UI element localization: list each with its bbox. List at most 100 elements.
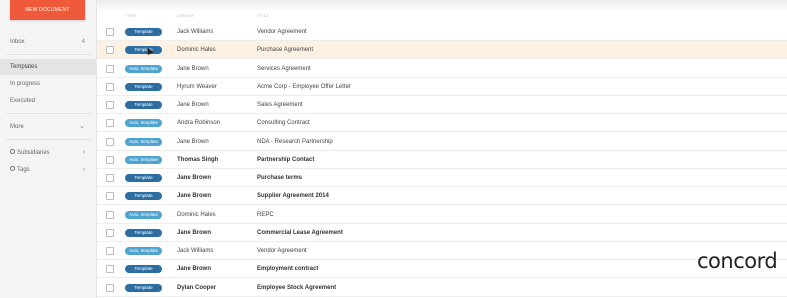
template-type-badge: Auto. template	[125, 210, 162, 219]
owner-name: Dominic Hales	[177, 211, 216, 218]
row-checkbox[interactable]	[106, 265, 114, 274]
template-type-badge: Template	[125, 228, 162, 237]
row-checkbox[interactable]	[106, 155, 114, 164]
row-checkbox[interactable]	[106, 64, 114, 73]
table-row[interactable]: Auto. template Dominic Hales REPC	[97, 206, 787, 224]
template-type-badge: Template	[125, 28, 162, 36]
owner-name: Thomas Singh	[177, 156, 219, 163]
template-type-badge: Auto. template	[125, 155, 162, 164]
sidebar-item-label: In progress	[10, 81, 41, 87]
row-checkbox[interactable]	[106, 28, 114, 36]
table-row[interactable]: Auto. template Jane Brown NDA - Research P…	[97, 133, 787, 151]
table-row[interactable]: Auto. template Jane Brown Services Agreeme…	[97, 60, 787, 78]
row-checkbox[interactable]	[106, 192, 114, 201]
document-title[interactable]: Purchase terms	[257, 169, 302, 187]
template-type-badge: Template	[125, 101, 162, 109]
sidebar-item-label: Tags	[17, 167, 30, 173]
row-checkbox[interactable]	[106, 137, 114, 146]
owner-name: Jane Brown	[177, 138, 209, 145]
table-row[interactable]: Template Jane Brown Commercial Lease Agree…	[97, 224, 787, 242]
divider	[6, 113, 91, 114]
row-checkbox[interactable]	[106, 210, 114, 219]
table-row[interactable]: Auto. template Jack Williams Vendor Agreem…	[97, 242, 787, 260]
row-checkbox[interactable]	[106, 174, 114, 182]
document-title[interactable]: Commercial Lease Agreement	[257, 224, 343, 242]
template-type-badge: Auto. template	[125, 64, 162, 73]
sidebar: NEW DOCUMENT Inbox 4 Templates In progre…	[0, 0, 97, 298]
header-fade	[97, 0, 787, 12]
table-row[interactable]: Template Jane Brown Purchase terms	[97, 169, 787, 187]
document-title[interactable]: Partnership Contact	[257, 151, 314, 169]
template-type-badge: Auto. template	[125, 247, 162, 255]
document-title[interactable]: Employee Stock Agreement	[257, 279, 336, 297]
document-title[interactable]: Sales Agreement	[257, 96, 303, 114]
row-checkbox[interactable]	[106, 101, 114, 109]
chevron-right-icon: ›	[82, 149, 85, 156]
table-row[interactable]: Template Hyrum Weaver Acme Corp - Employee…	[97, 78, 787, 96]
table-row[interactable]: Auto. template Thomas Singh Partnership Co…	[97, 151, 787, 169]
document-title[interactable]: REPC	[257, 206, 274, 224]
document-title[interactable]: Purchase Agreement	[257, 41, 313, 59]
owner-name: Jane Brown	[177, 229, 212, 236]
column-header-type[interactable]: type	[125, 13, 137, 18]
table-row[interactable]: Template Jane Brown Employment contract	[97, 260, 787, 279]
table-row[interactable]: Template Jane Brown Sales Agreement	[97, 96, 787, 114]
document-title[interactable]: Vendor Agreement	[257, 23, 307, 41]
row-checkbox[interactable]	[106, 283, 114, 292]
document-title[interactable]: Supplier Agreement 2014	[257, 187, 329, 205]
template-type-badge: Auto. template	[125, 137, 162, 146]
document-title[interactable]: Vendor Agreement	[257, 242, 307, 260]
document-title[interactable]: Acme Corp - Employee Offer Letter	[257, 78, 351, 96]
sidebar-item-templates[interactable]: Templates	[0, 59, 97, 75]
template-type-badge: Template	[125, 46, 162, 55]
sidebar-item-tags[interactable]: Tags ›	[0, 162, 97, 178]
column-header-title[interactable]: title	[257, 13, 269, 18]
template-type-badge: Auto. template	[125, 119, 162, 128]
row-checkbox[interactable]	[106, 247, 114, 255]
owner-name: Jane Brown	[177, 266, 212, 273]
table-row[interactable]: Template Jack Williams Vendor Agreement	[97, 23, 787, 41]
column-header-owner[interactable]: owner	[177, 13, 194, 18]
sidebar-item-executed[interactable]: Executed	[0, 93, 97, 109]
sidebar-item-label: More	[10, 124, 24, 130]
template-type-badge: Template	[125, 82, 162, 91]
row-checkbox[interactable]	[106, 46, 114, 55]
table-row[interactable]: Template Dylan Cooper Employee Stock Agree…	[97, 279, 787, 297]
inbox-count: 4	[81, 39, 85, 45]
owner-name: Hyrum Weaver	[177, 83, 217, 90]
owner-name: Jane Brown	[177, 65, 209, 72]
owner-name: Jack Williams	[177, 248, 214, 254]
owner-name: Dominic Hales	[177, 47, 216, 54]
search-icon	[10, 149, 15, 154]
chevron-down-icon: ⌄	[79, 123, 85, 130]
divider	[6, 54, 91, 55]
document-title[interactable]: Consulting Contract	[257, 114, 310, 132]
owner-name: Andra Robinson	[177, 120, 221, 127]
owner-name: Jane Brown	[177, 193, 212, 200]
document-title[interactable]: Services Agreement	[257, 60, 311, 78]
owner-name: Jack Williams	[177, 29, 214, 35]
chevron-right-icon: ›	[82, 166, 85, 173]
template-type-badge: Template	[125, 174, 162, 182]
row-checkbox[interactable]	[106, 228, 114, 237]
sidebar-item-subsidiaries[interactable]: Subsidiaries ›	[0, 145, 97, 161]
sidebar-item-label: Subsidiaries	[17, 150, 50, 156]
table-row[interactable]: Auto. template Andra Robinson Consulting C…	[97, 114, 787, 133]
owner-name: Jane Brown	[177, 175, 212, 181]
template-type-badge: Template	[125, 265, 162, 274]
sidebar-item-inbox[interactable]: Inbox 4	[0, 34, 97, 50]
divider	[6, 139, 91, 140]
concord-logo: concord	[697, 249, 778, 273]
document-title[interactable]: NDA - Research Partnership	[257, 133, 333, 151]
sidebar-item-more[interactable]: More ⌄	[0, 119, 97, 135]
sidebar-item-in-progress[interactable]: In progress	[0, 76, 97, 92]
row-checkbox[interactable]	[106, 119, 114, 128]
owner-name: Dylan Cooper	[177, 284, 217, 291]
new-document-button[interactable]: NEW DOCUMENT	[10, 0, 85, 20]
sidebar-item-label: Inbox	[10, 39, 25, 45]
template-type-badge: Template	[125, 192, 162, 201]
document-title[interactable]: Employment contract	[257, 260, 318, 278]
row-checkbox[interactable]	[106, 82, 114, 91]
table-row[interactable]: Template Jane Brown Supplier Agreement 201…	[97, 187, 787, 206]
table-row[interactable]: Template Dominic Hales Purchase Agreement	[97, 41, 787, 60]
